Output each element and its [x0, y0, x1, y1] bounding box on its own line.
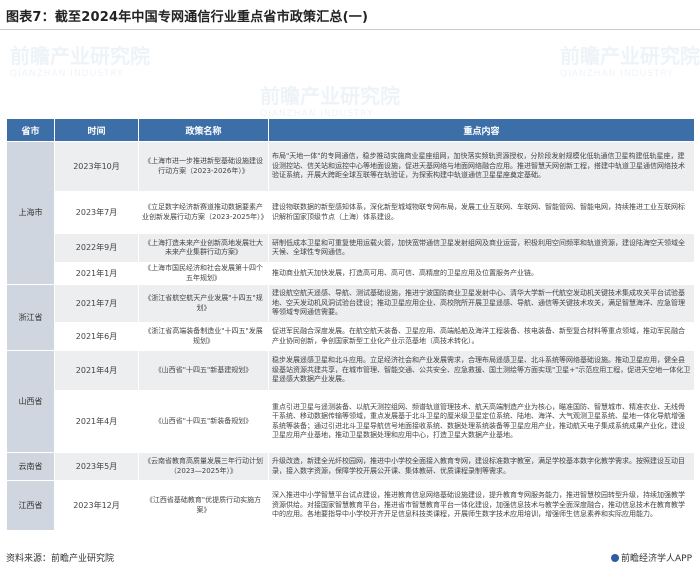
province-cell: 浙江省 [6, 284, 55, 351]
page-title: 图表7：截至2024年中国专网通信行业重点省市政策汇总(一) [6, 10, 369, 25]
watermark: 前瞻产业研究院QIANZHAN INDUSTRY [260, 84, 400, 119]
logo-icon [610, 554, 619, 562]
table-row: 江西省 2023年12月 《江西省基础教育"优提质行动实施方案》 深入推进中小学… [6, 480, 695, 531]
time-cell: 2021年4月 [54, 350, 139, 391]
table-row: 上海市 2023年10月 《上海市进一步推进新型基础设施建设行动方案（2023-… [6, 141, 695, 285]
policy-name-cell: 《山西省"十四五"新装备规划》 [138, 390, 269, 453]
header-province: 省市 [6, 118, 55, 142]
time-cell: 2023年5月 [54, 452, 139, 481]
key-content-cell: 研制低成本卫星和可重复使用运载火箭，加快宽带通信卫星发射组网及商业运营，积极利用… [268, 233, 695, 263]
policy-name-cell: 《上海打造未来产业创新高地发展壮大未来产业集群行动方案》 [138, 233, 269, 263]
table-row: 2021年4月 《山西省"十四五"新装备规划》 重点引进卫星与遥测装备、以航天测… [7, 390, 695, 453]
key-content-cell: 建设物联数据的新型感知体系，深化新型城域物联专网布局，发展工业互联网、车联网、智… [268, 191, 695, 234]
province-cell: 江西省 [6, 480, 55, 531]
policy-name-cell: 《上海市进一步推进新型基础设施建设行动方案（2023-2026年）》 [138, 141, 269, 192]
time-cell: 2023年12月 [54, 480, 139, 531]
table-header-row: 省市 时间 政策名称 重点内容 [6, 118, 695, 142]
key-content-cell: 重点引进卫星与遥测装备、以航天测控组网、频谱轨道管理技术、航天高端制造产业为核心… [268, 390, 695, 453]
header-policy-name: 政策名称 [138, 118, 269, 142]
key-content-cell: 促进军民融合深度发展。在航空航天装备、卫星应用、高端船舶及海洋工程装备、核电装备… [268, 322, 695, 351]
key-content-cell: 布局"天地一体"的专网通信，稳步推动实施商业星座组网，加快落实频轨资源授权，分阶… [268, 141, 695, 192]
table-row: 2021年1月 《上海市国民经济和社会发展第十四个五年规划》 推动商业航天加快发… [7, 262, 695, 285]
policy-table: 省市 时间 政策名称 重点内容 上海市 2023年10月 《上海市进一步推进新型… [6, 118, 695, 531]
policy-name-cell: 《山西省"十四五"新基建规划》 [138, 350, 269, 391]
table-row: 云南省 2023年5月 《云南省教育高质量发展三年行动计划（2023—2025年… [6, 452, 695, 481]
time-cell: 2021年4月 [54, 390, 139, 453]
province-cell: 上海市 [6, 141, 55, 285]
policy-name-cell: 《立足数字经济新赛道推动数据要素产业创新发展行动方案（2023-2025年）》 [138, 191, 269, 234]
province-cell: 山西省 [6, 350, 55, 453]
table-row: 山西省 2021年4月 《山西省"十四五"新基建规划》 稳步发展遥感卫星和北斗应… [6, 350, 695, 453]
policy-name-cell: 《浙江省航空航天产业发展"十四五"规划》 [138, 284, 269, 323]
time-cell: 2021年6月 [54, 322, 139, 351]
header-key-content: 重点内容 [268, 118, 695, 142]
key-content-cell: 稳步发展遥感卫星和北斗应用。立足经济社会和产业发展需求，合理布局遥感卫星、北斗系… [268, 350, 695, 391]
key-content-cell: 深入推进中小学智慧平台试点建设，推进教育信息网络基础设施建设，提升教育专网服务能… [268, 480, 695, 531]
key-content-cell: 升级改造，新建全光纤校园网，推进中小学校全面接入教育专网，建设标准数字教室，满足… [268, 452, 695, 481]
key-content-cell: 推动商业航天加快发展，打造高可用、高可信、高精度的卫星应用及位置服务产业链。 [268, 262, 695, 285]
province-cell: 云南省 [6, 452, 55, 481]
time-cell: 2021年7月 [54, 284, 139, 323]
time-cell: 2023年7月 [54, 191, 139, 234]
title-divider [0, 29, 700, 30]
time-cell: 2021年1月 [54, 262, 139, 285]
watermark: 前瞻产业研究院QIANZHAN INDUSTRY [10, 44, 150, 79]
table-row: 2022年9月 《上海打造未来产业创新高地发展壮大未来产业集群行动方案》 研制低… [7, 233, 695, 263]
watermark: 前瞻产业研究院QIANZHAN INDUSTRY [560, 44, 700, 79]
time-cell: 2022年9月 [54, 233, 139, 263]
table-row: 2023年7月 《立足数字经济新赛道推动数据要素产业创新发展行动方案（2023-… [7, 191, 695, 234]
app-logo: 前瞻经济学人APP [610, 551, 692, 564]
source-note: 资料来源：前瞻产业研究院 [6, 554, 115, 564]
policy-name-cell: 《浙江省高端装备制造业"十四五"发展规划》 [138, 322, 269, 351]
header-time: 时间 [54, 118, 139, 142]
policy-name-cell: 《江西省基础教育"优提质行动实施方案》 [138, 480, 269, 531]
table-row: 浙江省 2021年7月 《浙江省航空航天产业发展"十四五"规划》 建设航空航天遥… [6, 284, 695, 351]
time-cell: 2023年10月 [54, 141, 139, 192]
policy-name-cell: 《云南省教育高质量发展三年行动计划（2023—2025年）》 [138, 452, 269, 481]
key-content-cell: 建设航空航天遥感、导航、测试基础设施，推进宁波国防商业卫星发射中心、清华大学新一… [268, 284, 695, 323]
table-row: 2021年6月 《浙江省高端装备制造业"十四五"发展规划》 促进军民融合深度发展… [7, 322, 695, 351]
policy-name-cell: 《上海市国民经济和社会发展第十四个五年规划》 [138, 262, 269, 285]
app-logo-text: 前瞻经济学人APP [620, 554, 692, 564]
